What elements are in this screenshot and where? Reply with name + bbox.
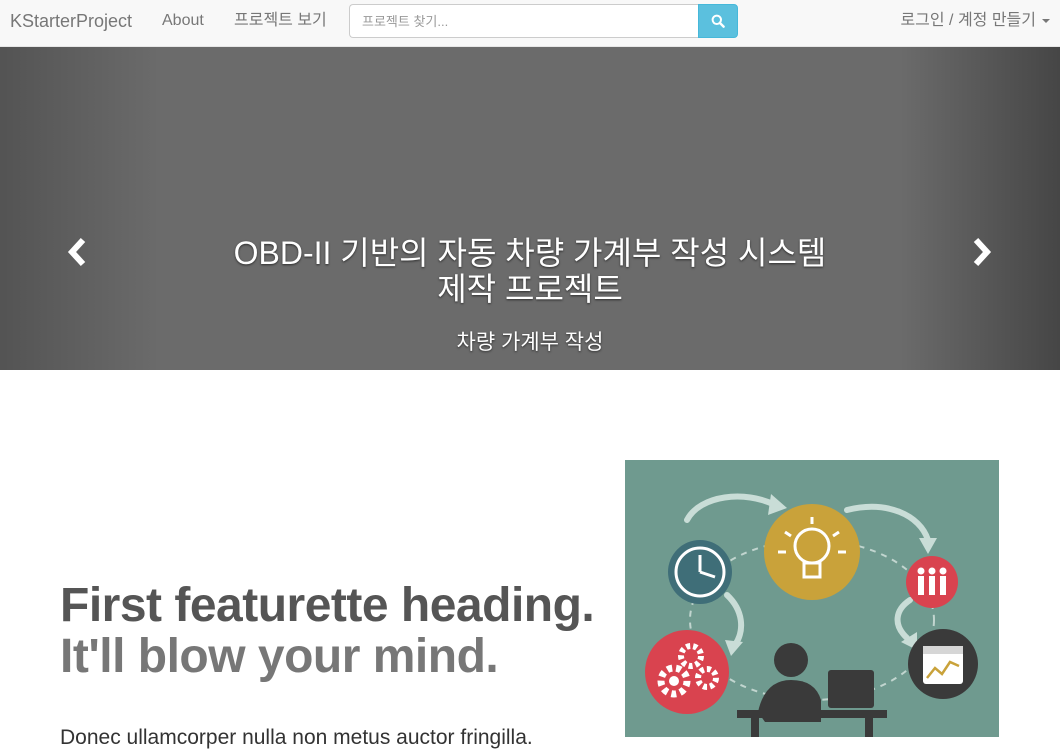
workflow-illustration <box>625 460 999 737</box>
lightbulb-icon <box>764 504 860 600</box>
brand-link[interactable]: KStarterProject <box>10 10 132 32</box>
carousel-caption-title: OBD-II 기반의 자동 차량 가계부 작성 시스템 제작 프로젝트 <box>180 235 880 307</box>
carousel-next-button[interactable] <box>966 235 996 269</box>
featurette-text: Donec ullamcorper nulla non metus auctor… <box>60 726 533 749</box>
featurette-heading-main: First featurette heading. <box>60 579 595 632</box>
calendar-chart-icon <box>908 629 978 699</box>
chevron-right-icon <box>973 237 992 267</box>
search-input[interactable] <box>349 4 699 38</box>
account-dropdown[interactable]: 로그인 / 계정 만들기 <box>900 10 1050 32</box>
team-icon <box>906 556 958 608</box>
carousel-prev-button[interactable] <box>63 235 93 269</box>
top-navbar: KStarterProject About 프로젝트 보기 로그인 / 계정 만… <box>0 0 1060 47</box>
featurette-illustration <box>625 460 999 737</box>
nav-projects-link[interactable]: 프로젝트 보기 <box>234 10 327 32</box>
caption-title-line1: OBD-II 기반의 자동 차량 가계부 작성 시스템 <box>233 235 827 271</box>
account-label: 로그인 / 계정 만들기 <box>900 12 1036 29</box>
gears-icon <box>645 630 729 714</box>
carousel-left-shade <box>0 47 160 370</box>
featurette-heading: First featurette heading. It'll blow you… <box>60 580 600 682</box>
clock-icon <box>668 540 732 604</box>
search-button[interactable] <box>698 4 738 38</box>
carousel-caption-subtitle: 차량 가계부 작성 <box>456 331 604 354</box>
search-form <box>349 4 738 38</box>
carousel-right-shade <box>900 47 1060 370</box>
nav-about-link[interactable]: About <box>162 10 204 32</box>
chevron-left-icon <box>67 237 86 267</box>
caret-down-icon <box>1042 19 1050 23</box>
caption-title-line2: 제작 프로젝트 <box>437 271 623 307</box>
search-icon <box>711 14 725 28</box>
featurette-heading-muted: It'll blow your mind. <box>60 630 499 683</box>
hero-carousel: OBD-II 기반의 자동 차량 가계부 작성 시스템 제작 프로젝트 차량 가… <box>0 47 1060 370</box>
